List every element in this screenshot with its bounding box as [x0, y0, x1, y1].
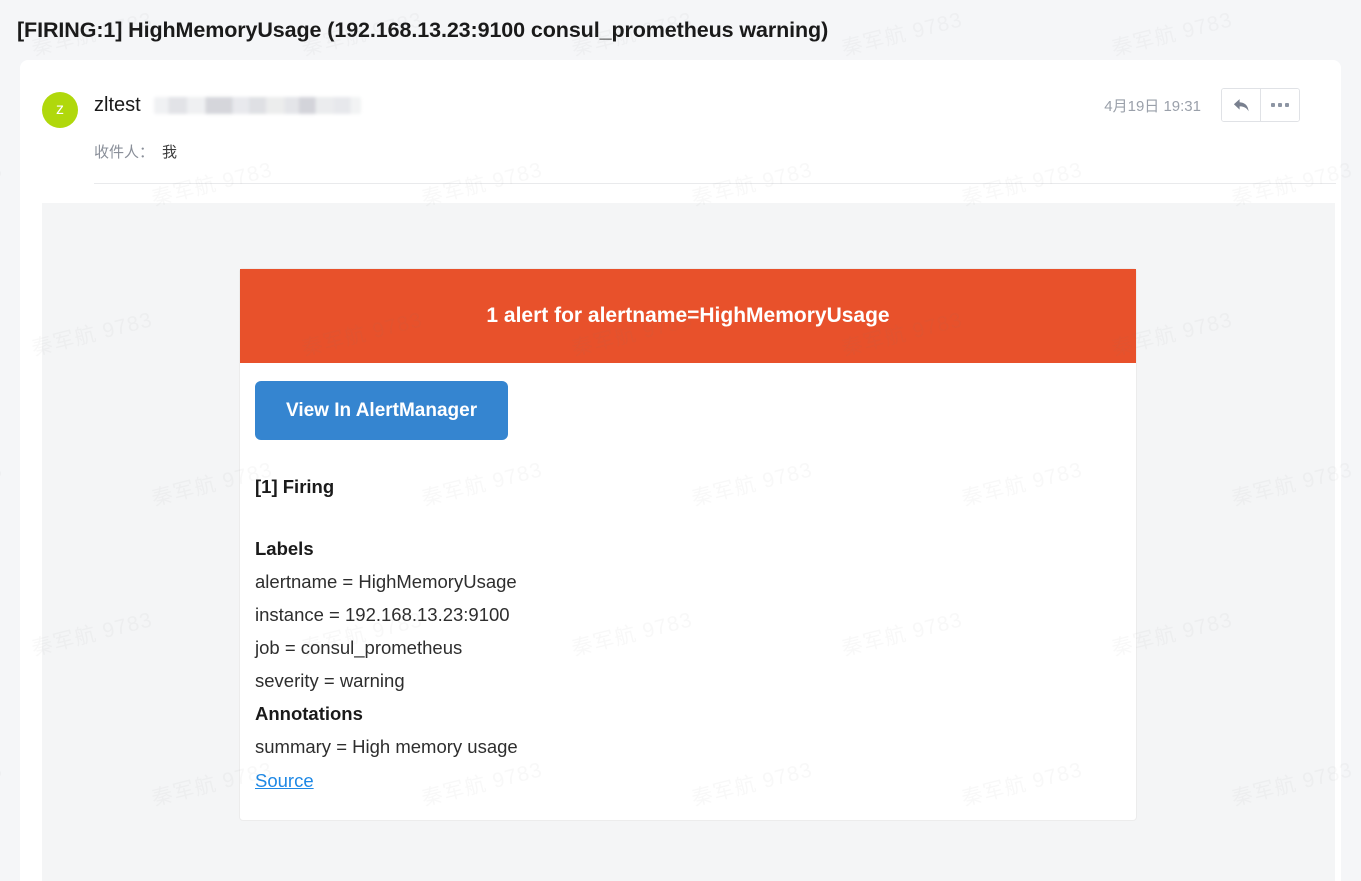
subject-bar: [FIRING:1] HighMemoryUsage (192.168.13.2…: [0, 0, 1361, 60]
email-action-group: [1221, 88, 1300, 122]
more-options-button[interactable]: [1260, 89, 1299, 121]
page-title: [FIRING:1] HighMemoryUsage (192.168.13.2…: [17, 17, 829, 42]
sender-row: zltest: [94, 94, 361, 117]
email-date: 4月19日 19:31: [1104, 97, 1201, 115]
reply-icon: [1233, 98, 1249, 111]
label-row: instance = 192.168.13.23:9100: [255, 604, 510, 625]
recipient-row: 收件人： 我: [94, 141, 177, 162]
firing-heading: [1] Firing: [255, 476, 335, 497]
reply-button[interactable]: [1222, 89, 1260, 121]
annotations-heading: Annotations: [255, 703, 363, 724]
view-in-alertmanager-button[interactable]: View In AlertManager: [255, 381, 509, 440]
avatar: z: [42, 92, 78, 128]
recipient-label: 收件人：: [94, 144, 155, 161]
email-card: z zltest 收件人： 我 4月19日 19:31 1 alert for …: [20, 60, 1341, 881]
avatar-initial: z: [56, 101, 64, 118]
email-meta-actions: 4月19日 19:31: [1104, 88, 1300, 122]
recipient-value: 我: [162, 144, 178, 161]
watermark-text: 秦军航 9783: [0, 758, 5, 810]
watermark-text: 秦军航 9783: [0, 458, 5, 510]
labels-heading: Labels: [255, 538, 314, 559]
header-divider: [94, 183, 1336, 184]
label-row: job = consul_prometheus: [255, 637, 463, 658]
alert-banner: 1 alert for alertname=HighMemoryUsage: [240, 269, 1136, 363]
alert-body: View In AlertManager [1] Firing Labels a…: [240, 363, 1136, 792]
watermark-text: 秦军航 9783: [0, 158, 5, 210]
label-row: alertname = HighMemoryUsage: [255, 571, 517, 592]
label-row: severity = warning: [255, 670, 405, 691]
email-header: z zltest 收件人： 我 4月19日 19:31: [20, 60, 1341, 203]
sender-address-redacted: [153, 97, 361, 114]
alert-card: 1 alert for alertname=HighMemoryUsage Vi…: [239, 268, 1137, 821]
sender-name[interactable]: zltest: [94, 94, 141, 117]
email-body-panel: 1 alert for alertname=HighMemoryUsage Vi…: [42, 203, 1335, 881]
more-options-icon: [1271, 103, 1289, 107]
annotation-row: summary = High memory usage: [255, 736, 518, 757]
source-link[interactable]: Source: [255, 770, 314, 792]
